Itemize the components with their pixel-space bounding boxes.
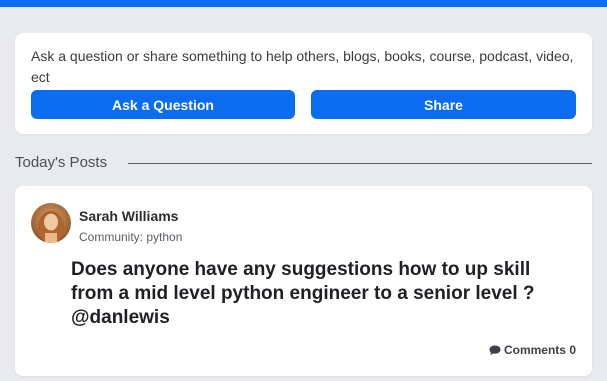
section-title: Today's Posts <box>15 154 108 171</box>
comments-count: Comments 0 <box>503 343 576 357</box>
comments-link[interactable]: Comments 0 <box>489 343 576 357</box>
share-actions: Ask a Question Share <box>31 90 576 119</box>
avatar-image <box>31 203 71 243</box>
share-prompt[interactable]: Ask a question or share something to hel… <box>31 46 576 89</box>
share-button[interactable]: Share <box>311 90 576 119</box>
comment-bubble-icon <box>489 345 501 355</box>
avatar[interactable] <box>31 203 71 243</box>
ask-question-button[interactable]: Ask a Question <box>31 90 295 119</box>
author-name[interactable]: Sarah Williams <box>79 208 178 224</box>
share-box: Ask a question or share something to hel… <box>15 33 592 134</box>
post-card: Sarah Williams Community: python Does an… <box>15 186 592 376</box>
top-accent-bar <box>0 0 607 7</box>
section-header: Today's Posts <box>15 153 592 173</box>
post-title[interactable]: Does anyone have any suggestions how to … <box>71 258 576 330</box>
section-divider <box>128 163 592 164</box>
community-label[interactable]: Community: python <box>79 230 182 244</box>
